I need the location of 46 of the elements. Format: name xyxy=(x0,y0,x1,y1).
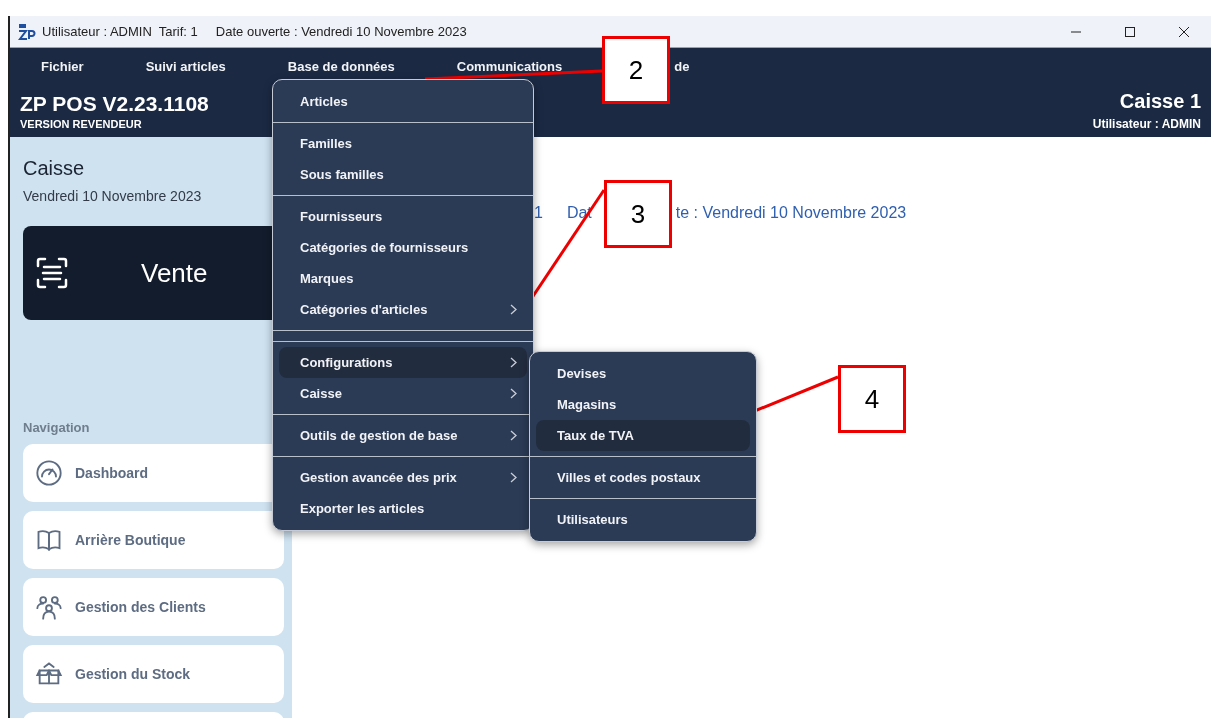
nav-label: Gestion des Clients xyxy=(75,599,206,615)
scan-icon xyxy=(35,256,69,290)
section-heading: Navigation xyxy=(23,420,91,435)
nav-item[interactable]: Arrière Boutique xyxy=(23,511,284,569)
nav-item[interactable]: Gestion des Clients xyxy=(23,578,284,636)
register-name: Caisse 1 xyxy=(1119,90,1201,113)
date-label: Vendredi 10 Novembre 2023 xyxy=(23,188,203,204)
chevron-right-icon xyxy=(510,388,517,399)
nav-item[interactable]: Gestion du Stock xyxy=(23,645,284,703)
menu-item[interactable]: Utilisateurs xyxy=(536,504,750,535)
menu-item[interactable]: Fichier xyxy=(41,56,84,76)
chevron-right-icon xyxy=(510,304,517,315)
menu-item[interactable]: de xyxy=(674,56,690,76)
menu-item[interactable]: Villes et codes postaux xyxy=(536,462,750,493)
chevron-right-icon xyxy=(510,357,517,368)
menu-item[interactable]: Base de données xyxy=(287,56,395,76)
menu-item[interactable]: Configurations xyxy=(279,347,527,378)
menu-item[interactable]: Caisse xyxy=(279,378,527,409)
chevron-right-icon xyxy=(510,472,517,483)
section-title: Caisse xyxy=(23,157,86,180)
edition-label: VERSION REVENDEUR xyxy=(20,117,143,130)
menu-item[interactable]: Devises xyxy=(536,358,750,389)
menu-item[interactable]: Familles xyxy=(279,128,527,159)
close-icon[interactable] xyxy=(1178,25,1190,38)
people-icon xyxy=(35,593,63,621)
callout-number: 2 xyxy=(602,36,670,104)
user-label: Utilisateur : ADMIN xyxy=(1092,117,1201,131)
nav-label: Arrière Boutique xyxy=(75,532,186,548)
app-logo-icon xyxy=(18,22,36,41)
menu-item[interactable]: Articles xyxy=(279,86,527,117)
app-name: ZP POS V2.23.1108 xyxy=(20,91,209,116)
window-title: Utilisateur : ADMIN Tarif: 1 Date ouverte : Vendredi 10 Novembre 2023 xyxy=(42,24,467,39)
menu-item[interactable]: Magasins xyxy=(536,389,750,420)
callout-number: 3 xyxy=(604,180,672,248)
menu-item[interactable]: Suivi articles xyxy=(145,56,226,76)
menu-item[interactable]: Sous familles xyxy=(279,159,527,190)
gauge-icon xyxy=(35,459,63,487)
info-text: te : Vendredi 10 Novembre 2023 xyxy=(675,204,907,222)
nav-label: Gestion du Stock xyxy=(75,666,191,682)
menu-item[interactable]: Taux de TVA xyxy=(536,420,750,451)
menu-item[interactable]: Communications xyxy=(456,56,563,76)
callout-number: 4 xyxy=(838,365,906,433)
nav-label: Dashboard xyxy=(75,465,149,481)
info-text: 1 xyxy=(534,204,543,222)
maximize-icon[interactable] xyxy=(1124,25,1136,38)
chevron-right-icon xyxy=(510,430,517,441)
